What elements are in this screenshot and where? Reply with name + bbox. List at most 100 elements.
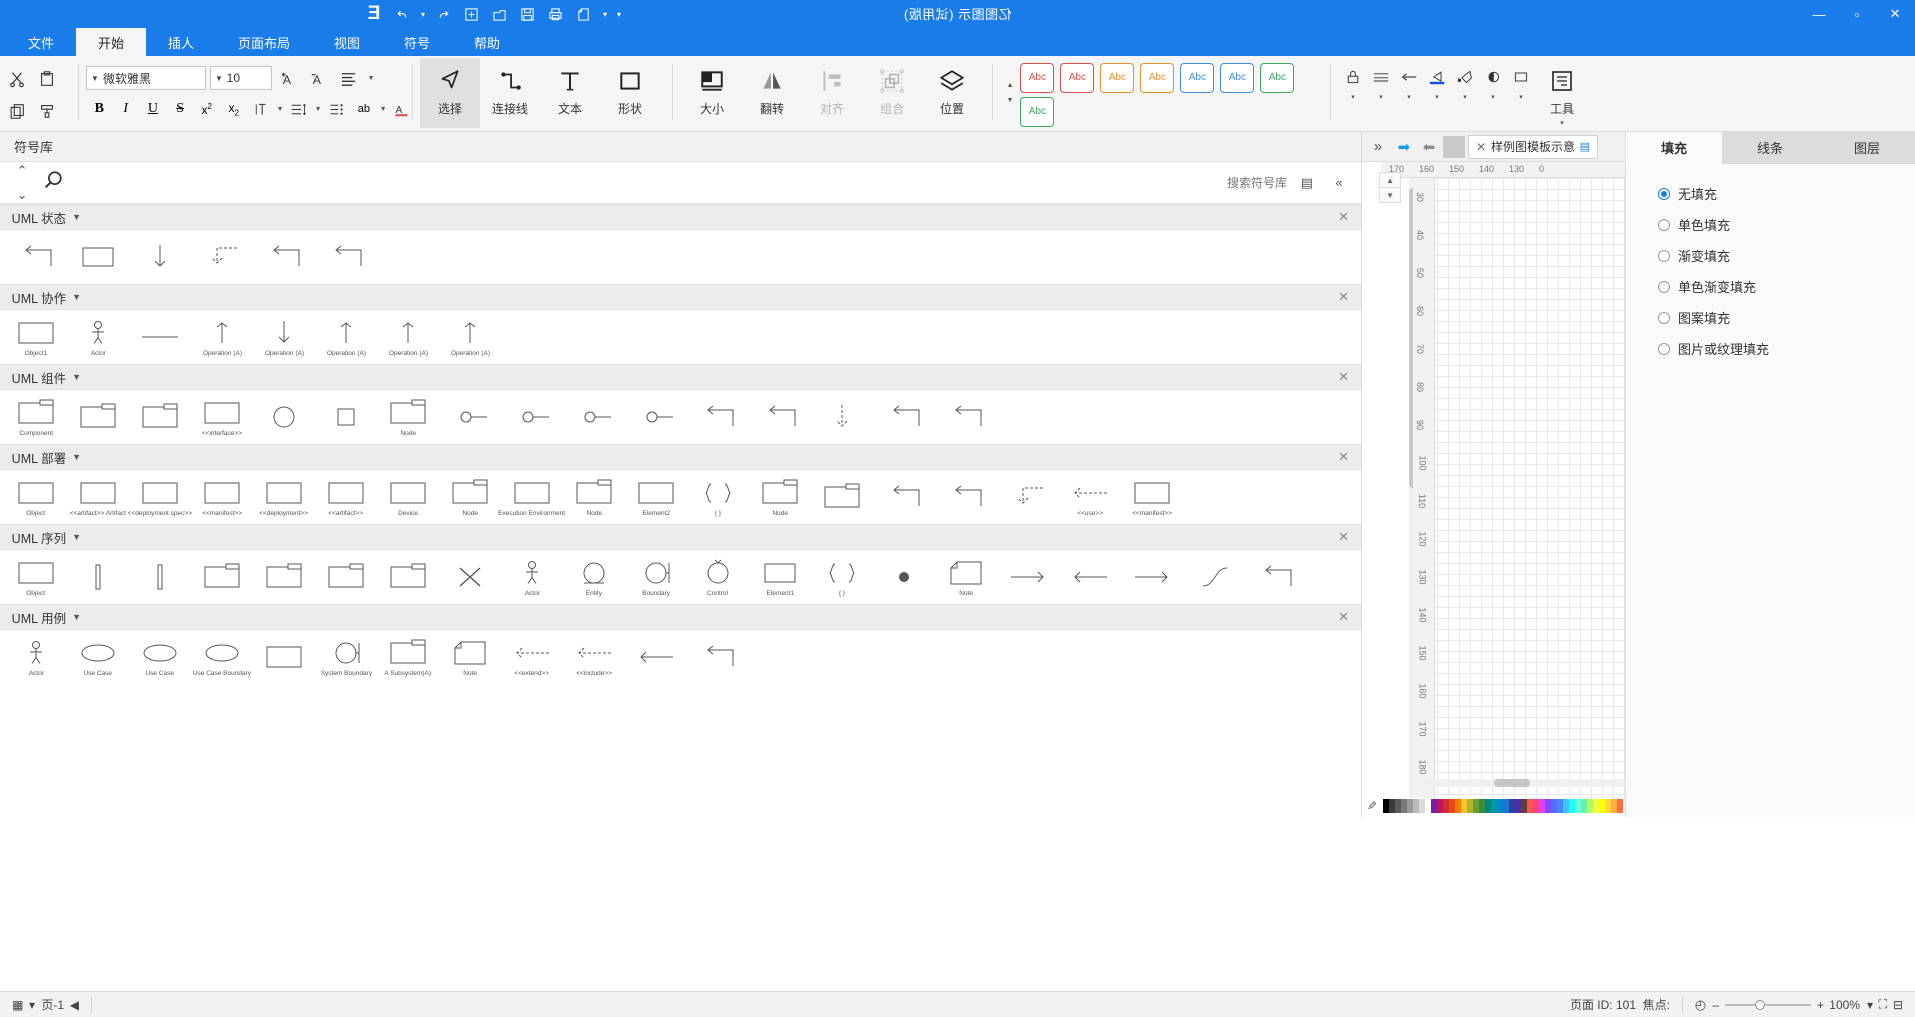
styles-scroll-up[interactable]: ▲ xyxy=(1005,82,1015,89)
symbol-shape-item[interactable] xyxy=(74,396,122,438)
lock-caret[interactable]: ▾ xyxy=(1348,93,1358,101)
decrease-font-size-button[interactable]: A xyxy=(306,65,332,91)
paragraph-align-caret[interactable]: ▼ xyxy=(366,75,376,82)
chevron-down-icon[interactable]: ▼ xyxy=(72,212,81,222)
symbol-shape-item[interactable] xyxy=(136,556,184,598)
symbol-shape-item[interactable]: Object xyxy=(12,556,60,598)
symbol-section-header[interactable]: ▼ UML 组件 ✕ xyxy=(0,364,1361,390)
tab-file[interactable]: 文件 xyxy=(6,28,76,56)
symbol-shape-item[interactable] xyxy=(260,396,308,438)
fill-option-radio[interactable] xyxy=(1658,218,1670,231)
strikethrough-button[interactable]: S xyxy=(167,96,193,122)
symbol-shape-item[interactable]: <<deployment spec>> xyxy=(128,476,192,518)
symbol-shape-item[interactable] xyxy=(880,476,928,518)
color-swatch[interactable] xyxy=(1401,799,1407,813)
nav-forward-button[interactable]: ➡ xyxy=(1418,136,1440,158)
page-dropdown-caret[interactable]: ▾ xyxy=(29,998,35,1012)
format-painter-button[interactable] xyxy=(34,98,60,124)
symbol-search-box[interactable] xyxy=(42,170,1287,196)
window-maximize-button[interactable]: ▫ xyxy=(1838,0,1876,28)
tab-help[interactable]: 帮助 xyxy=(452,28,522,56)
fill-option-radio[interactable] xyxy=(1658,187,1670,200)
library-expand-icon[interactable]: » xyxy=(1327,171,1351,195)
symbol-section-header[interactable]: ▼ UML 部署 ✕ xyxy=(0,444,1361,470)
symbol-shape-item[interactable]: Node xyxy=(446,476,494,518)
tool-shape-button[interactable]: 形状 xyxy=(600,58,660,128)
zoom-in-button[interactable]: + xyxy=(1817,998,1824,1012)
color-swatch[interactable] xyxy=(1533,799,1539,813)
symbol-shape-item[interactable] xyxy=(74,236,122,278)
style-swatch[interactable]: Abc xyxy=(1220,62,1254,93)
color-palette-strip[interactable]: ✎ xyxy=(1361,795,1625,817)
symbol-shape-item[interactable]: Node xyxy=(756,476,804,518)
symbol-shape-item[interactable] xyxy=(1128,556,1176,598)
symbol-shape-item[interactable] xyxy=(12,236,60,278)
symbol-section-header[interactable]: ▼ UML 状态 ✕ xyxy=(0,204,1361,230)
flip-button[interactable]: 翻转 xyxy=(742,58,802,128)
symbol-shape-item[interactable] xyxy=(632,636,680,678)
rect-shape-caret[interactable]: ▾ xyxy=(1516,93,1526,101)
symbol-shape-item[interactable] xyxy=(1004,476,1052,518)
symbol-shape-item[interactable] xyxy=(74,556,122,598)
symbol-shape-item[interactable]: Note xyxy=(942,556,990,598)
open-folder-icon[interactable] xyxy=(487,2,513,26)
symbol-shape-item[interactable]: Execution Environment xyxy=(499,476,565,518)
close-icon[interactable]: ✕ xyxy=(1338,289,1349,305)
lock-icon[interactable] xyxy=(1340,64,1366,90)
symbol-shape-item[interactable]: Actor xyxy=(508,556,556,598)
color-swatch[interactable] xyxy=(1467,799,1473,813)
color-swatch[interactable] xyxy=(1425,799,1431,813)
reset-view-icon[interactable]: ◷ xyxy=(1695,997,1706,1013)
color-swatch[interactable] xyxy=(1503,799,1509,813)
symbol-shape-item[interactable] xyxy=(570,396,618,438)
symbol-shape-item[interactable] xyxy=(942,476,990,518)
style-swatch[interactable]: Abc xyxy=(1140,62,1174,93)
undo-icon[interactable] xyxy=(431,2,457,26)
search-scroll-up[interactable]: ⌃ xyxy=(10,159,34,183)
color-swatch[interactable] xyxy=(1521,799,1527,813)
font-name-caret[interactable]: ▼ xyxy=(91,74,99,83)
zoom-slider-knob[interactable] xyxy=(1754,999,1765,1010)
tab-view[interactable]: 视图 xyxy=(312,28,382,56)
tab-insert[interactable]: 插人 xyxy=(146,28,216,56)
symbol-shape-item[interactable] xyxy=(1004,556,1052,598)
chevron-down-icon[interactable]: ▼ xyxy=(72,292,81,302)
symbol-section-header[interactable]: ▼ UML 序列 ✕ xyxy=(0,524,1361,550)
paste-button[interactable] xyxy=(34,66,60,92)
symbol-shape-item[interactable] xyxy=(446,556,494,598)
color-swatch[interactable] xyxy=(1497,799,1503,813)
paragraph-align-button[interactable] xyxy=(336,65,362,91)
symbol-shape-item[interactable] xyxy=(694,636,742,678)
symbol-shape-item[interactable]: Element2 xyxy=(632,476,680,518)
underline-button[interactable]: U xyxy=(140,96,166,122)
fill-option-row[interactable]: 图片或纹理填充 xyxy=(1626,333,1915,364)
line-style-icon[interactable] xyxy=(1368,64,1394,90)
color-swatch[interactable] xyxy=(1605,799,1611,813)
increase-font-size-button[interactable]: A xyxy=(276,65,302,91)
tab-home[interactable]: 开始 xyxy=(76,28,147,56)
color-swatch[interactable] xyxy=(1455,799,1461,813)
symbol-shape-item[interactable]: Operation (A) xyxy=(198,316,246,358)
color-swatch[interactable] xyxy=(1509,799,1515,813)
symbol-shape-item[interactable]: Actor xyxy=(12,636,60,678)
symbol-shape-item[interactable]: Node xyxy=(384,396,432,438)
symbol-shape-item[interactable]: Control xyxy=(694,556,742,598)
chevron-down-icon[interactable]: ▼ xyxy=(72,372,81,382)
eyedropper-icon[interactable]: ✎ xyxy=(1361,799,1383,813)
symbol-shape-item[interactable] xyxy=(632,396,680,438)
font-size-field[interactable]: ▼ 10 xyxy=(210,66,272,90)
nav-back-button[interactable]: ⬅ xyxy=(1393,136,1415,158)
shadow-icon[interactable] xyxy=(1480,64,1506,90)
fit-page-icon[interactable]: ⛶ xyxy=(1879,997,1887,1012)
arrow-style-icon[interactable] xyxy=(1396,64,1422,90)
horizontal-scroll-thumb[interactable] xyxy=(1494,779,1530,787)
symbol-shape-item[interactable] xyxy=(1252,556,1300,598)
fill-option-row[interactable]: 单色渐变填充 xyxy=(1626,271,1915,302)
color-swatch[interactable] xyxy=(1437,799,1443,813)
symbol-shape-item[interactable] xyxy=(198,556,246,598)
tab-layer[interactable]: 图层 xyxy=(1818,132,1915,164)
page-stepper-up[interactable]: ▲ xyxy=(1379,172,1401,188)
symbol-shape-item[interactable] xyxy=(198,236,246,278)
page-view-icon[interactable]: ⊟ xyxy=(1893,998,1903,1012)
tool-text-button[interactable]: 文本 xyxy=(540,58,600,128)
